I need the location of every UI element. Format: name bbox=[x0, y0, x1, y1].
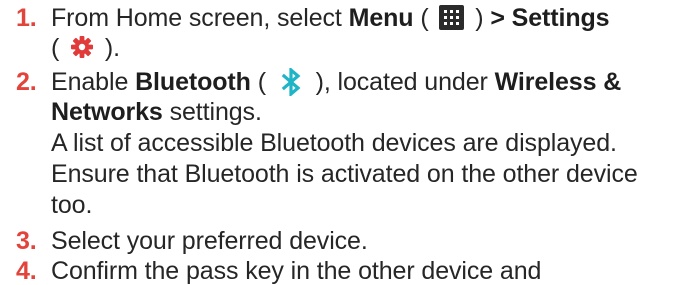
paren-close: ) bbox=[468, 4, 491, 32]
bluetooth-label: Bluetooth bbox=[135, 68, 251, 96]
step-4-text: Confirm the pass key in the other device… bbox=[51, 257, 542, 285]
paren-open: ( bbox=[51, 34, 67, 62]
networks-label: Networks bbox=[51, 98, 163, 126]
paren-open: ( bbox=[413, 4, 436, 32]
grid-menu-icon bbox=[439, 4, 465, 30]
step-2-line-5: too. bbox=[51, 191, 93, 219]
step-number: 3. bbox=[16, 227, 37, 255]
step-1-line-1: From Home screen, select Menu ( ) > Sett… bbox=[51, 4, 610, 32]
step-2-line-3: A list of accessible Bluetooth devices a… bbox=[51, 129, 617, 157]
instruction-list: 1. From Home screen, select Menu ( ) > S… bbox=[0, 0, 683, 285]
step-text: ), located under bbox=[308, 68, 495, 96]
settings-label: > Settings bbox=[490, 4, 610, 32]
step-number: 4. bbox=[16, 257, 37, 285]
step-3-text: Select your preferred device. bbox=[51, 227, 368, 255]
wireless-label: Wireless & bbox=[494, 68, 622, 96]
step-2-line-4: Ensure that Bluetooth is activated on th… bbox=[51, 160, 638, 188]
bluetooth-icon bbox=[279, 66, 303, 98]
paren-open: ( bbox=[250, 68, 273, 96]
step-2-line-2: Networks settings. bbox=[51, 98, 262, 126]
menu-label: Menu bbox=[348, 4, 414, 32]
gear-icon bbox=[70, 35, 94, 59]
step-number: 2. bbox=[16, 68, 37, 96]
step-text: settings. bbox=[162, 98, 262, 126]
paren-close: ). bbox=[98, 34, 120, 62]
step-2-line-1: Enable Bluetooth ( ), located under Wire… bbox=[51, 66, 622, 98]
step-1-line-2: ( ). bbox=[51, 34, 120, 62]
step-text: Enable bbox=[51, 68, 136, 96]
step-text: From Home screen, select bbox=[51, 4, 349, 32]
step-number: 1. bbox=[16, 4, 37, 32]
